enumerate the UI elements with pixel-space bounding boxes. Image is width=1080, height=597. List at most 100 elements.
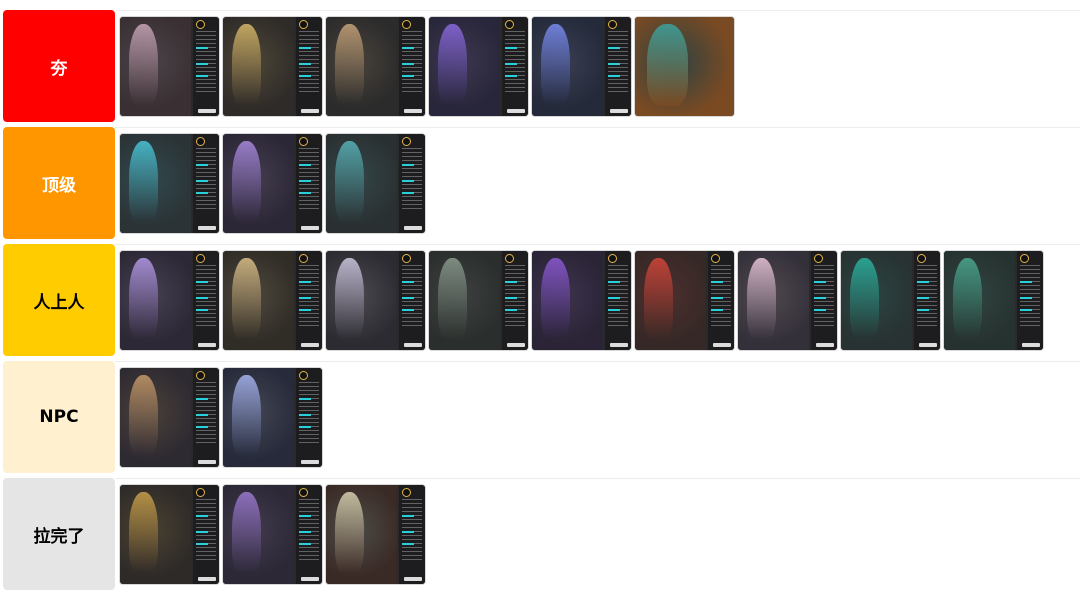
- character-art: [635, 16, 734, 116]
- character-card-thumbnail[interactable]: [532, 16, 631, 116]
- info-panel: [399, 250, 425, 350]
- rank-badge-icon: [711, 253, 721, 263]
- rank-badge-icon: [814, 253, 824, 263]
- stat-highlight: [402, 62, 415, 65]
- card-buttons: [610, 108, 628, 113]
- stat-text-lines: [196, 264, 216, 327]
- stat-highlight: [505, 46, 518, 49]
- tier-items: [115, 244, 1080, 356]
- card-buttons: [301, 459, 319, 464]
- character-card-thumbnail[interactable]: [120, 133, 219, 233]
- info-panel: [296, 133, 322, 233]
- character-figure: [128, 141, 159, 223]
- character-card-thumbnail[interactable]: [429, 16, 528, 116]
- stat-highlight: [711, 280, 724, 283]
- character-art: [429, 16, 501, 116]
- character-art: [326, 16, 398, 116]
- stat-highlight: [402, 179, 415, 182]
- stat-highlight: [917, 296, 930, 299]
- info-panel: [399, 484, 425, 584]
- tier-label[interactable]: 顶级: [3, 127, 115, 239]
- character-card-thumbnail[interactable]: [120, 250, 219, 350]
- character-card-thumbnail[interactable]: [326, 250, 425, 350]
- stat-highlight: [608, 308, 621, 311]
- stat-text-lines: [814, 264, 834, 327]
- info-panel: [193, 367, 219, 467]
- info-panel: [399, 133, 425, 233]
- character-card-thumbnail[interactable]: [635, 16, 734, 116]
- character-card-thumbnail[interactable]: [223, 16, 322, 116]
- character-art: [841, 250, 913, 350]
- stat-text-lines: [299, 147, 319, 210]
- stat-highlight: [196, 296, 209, 299]
- character-art: [120, 367, 192, 467]
- stat-text-lines: [608, 30, 628, 93]
- character-card-thumbnail[interactable]: [223, 367, 322, 467]
- stat-highlight: [196, 74, 209, 77]
- stat-highlight: [1020, 296, 1033, 299]
- stat-highlight: [299, 542, 312, 545]
- stat-text-lines: [402, 264, 422, 327]
- stat-highlight: [299, 62, 312, 65]
- stat-text-lines: [196, 30, 216, 93]
- character-card-thumbnail[interactable]: [326, 133, 425, 233]
- stat-highlight: [299, 280, 312, 283]
- stat-highlight: [196, 542, 209, 545]
- character-figure: [128, 24, 159, 106]
- character-card-thumbnail[interactable]: [944, 250, 1043, 350]
- character-art: [635, 250, 707, 350]
- info-panel: [399, 16, 425, 116]
- stat-highlight: [402, 280, 415, 283]
- character-card-thumbnail[interactable]: [635, 250, 734, 350]
- tier-label[interactable]: 人上人: [3, 244, 115, 356]
- character-art: [120, 133, 192, 233]
- stat-highlight: [814, 308, 827, 311]
- tier-items: [115, 478, 1080, 590]
- card-buttons: [198, 576, 216, 581]
- stat-highlight: [505, 74, 518, 77]
- info-panel: [193, 133, 219, 233]
- tier-label[interactable]: 夯: [3, 10, 115, 122]
- character-art: [223, 250, 295, 350]
- stat-highlight: [196, 308, 209, 311]
- card-buttons: [404, 576, 422, 581]
- character-figure: [334, 141, 365, 223]
- character-card-thumbnail[interactable]: [223, 484, 322, 584]
- rank-badge-icon: [402, 136, 412, 146]
- character-card-thumbnail[interactable]: [429, 250, 528, 350]
- stat-highlight: [505, 280, 518, 283]
- stat-highlight: [608, 296, 621, 299]
- character-card-thumbnail[interactable]: [532, 250, 631, 350]
- character-card-thumbnail[interactable]: [326, 484, 425, 584]
- character-card-thumbnail[interactable]: [841, 250, 940, 350]
- character-art: [532, 250, 604, 350]
- character-card-thumbnail[interactable]: [223, 250, 322, 350]
- character-card-thumbnail[interactable]: [738, 250, 837, 350]
- character-card-thumbnail[interactable]: [120, 16, 219, 116]
- stat-highlight: [402, 74, 415, 77]
- tier-label[interactable]: NPC: [3, 361, 115, 473]
- character-art: [944, 250, 1016, 350]
- rank-badge-icon: [1020, 253, 1030, 263]
- card-buttons: [301, 225, 319, 230]
- stat-highlight: [711, 308, 724, 311]
- card-buttons: [198, 225, 216, 230]
- stat-text-lines: [196, 381, 216, 444]
- card-buttons: [919, 342, 937, 347]
- info-panel: [193, 484, 219, 584]
- stat-text-lines: [299, 498, 319, 561]
- stat-highlight: [608, 280, 621, 283]
- character-card-thumbnail[interactable]: [223, 133, 322, 233]
- stat-highlight: [299, 163, 312, 166]
- stat-highlight: [299, 191, 312, 194]
- info-panel: [1017, 250, 1043, 350]
- character-card-thumbnail[interactable]: [120, 484, 219, 584]
- character-art: [223, 367, 295, 467]
- character-art: [223, 16, 295, 116]
- character-card-thumbnail[interactable]: [120, 367, 219, 467]
- stat-text-lines: [402, 498, 422, 561]
- character-card-thumbnail[interactable]: [326, 16, 425, 116]
- stat-highlight: [1020, 280, 1033, 283]
- stat-highlight: [196, 46, 209, 49]
- tier-label[interactable]: 拉完了: [3, 478, 115, 590]
